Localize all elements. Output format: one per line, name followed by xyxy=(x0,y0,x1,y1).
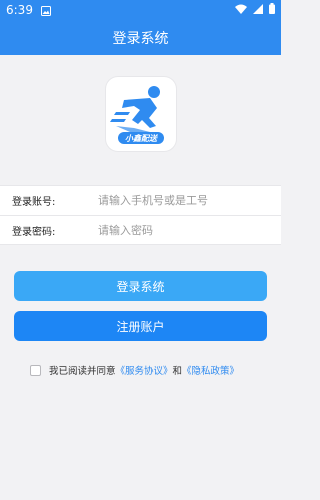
agreement-checkbox[interactable] xyxy=(30,364,41,376)
register-button-label: 注册账户 xyxy=(116,319,165,334)
password-label: 登录密码: xyxy=(12,226,56,238)
logo-text: 小鑫配送 xyxy=(125,134,158,143)
agreement-prefix: 我已阅读并同意 xyxy=(49,366,116,377)
privacy-policy-link[interactable]: 《隐私政策》 xyxy=(182,363,239,377)
battery-icon xyxy=(269,3,275,17)
status-time: 6:39 xyxy=(6,3,33,17)
password-row: 登录密码: xyxy=(0,215,281,244)
app-logo: 小鑫配送 xyxy=(105,77,176,151)
account-label: 登录账号: xyxy=(12,197,56,208)
status-bar: 6:39 xyxy=(0,0,281,20)
signal-icon xyxy=(253,3,263,17)
login-button-label: 登录系统 xyxy=(116,279,165,294)
login-button[interactable]: 登录系统 xyxy=(14,271,267,301)
service-agreement-link[interactable]: 《服务协议》 xyxy=(116,363,173,377)
login-form: 登录账号: 登录密码: xyxy=(0,185,281,245)
register-button[interactable]: 注册账户 xyxy=(14,311,267,341)
page-title: 登录系统 xyxy=(112,30,169,47)
account-input[interactable] xyxy=(98,194,268,207)
agreement: 我已阅读并同意 《服务协议》 和 《隐私政策》 xyxy=(30,363,281,377)
account-row: 登录账号: xyxy=(0,186,281,215)
gallery-notification-icon xyxy=(40,5,51,16)
password-input[interactable] xyxy=(98,223,268,237)
wifi-icon xyxy=(235,3,247,17)
agreement-and: 和 xyxy=(172,366,183,377)
running-person-logo-icon: 小鑫配送 xyxy=(109,86,164,144)
title-bar: 登录系统 xyxy=(0,20,281,55)
